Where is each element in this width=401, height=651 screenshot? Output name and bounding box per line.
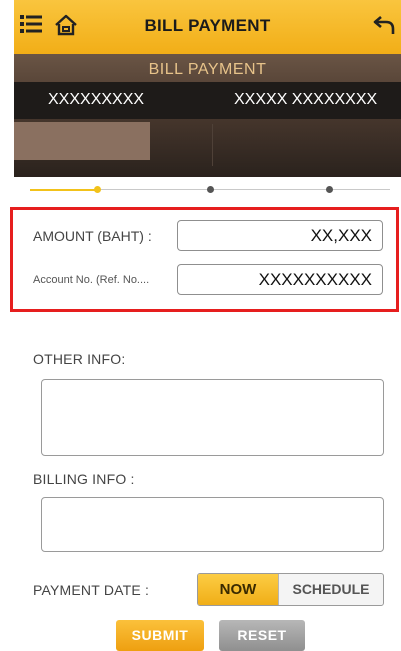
back-icon[interactable] [372, 13, 396, 37]
payment-date-label: PAYMENT DATE : [33, 582, 150, 598]
amount-input[interactable]: XX,XXX [177, 220, 383, 251]
page-title: BILL PAYMENT [144, 16, 271, 35]
step-2-dot [207, 186, 214, 193]
reset-button[interactable]: RESET [219, 620, 305, 651]
payment-now-option[interactable]: NOW [198, 574, 278, 605]
billing-info-textarea[interactable] [41, 497, 384, 552]
banner-title: BILL PAYMENT [148, 61, 267, 78]
billing-info-label: BILLING INFO : [33, 471, 135, 487]
payment-date-toggle: NOW SCHEDULE [197, 573, 384, 606]
banner-divider [212, 124, 213, 166]
stepper-track [96, 189, 390, 190]
account-number-label: Account No. (Ref. No.... [33, 274, 150, 286]
banner-account-number: XXXXX XXXXXXXX [234, 91, 378, 108]
amount-label: AMOUNT (BAHT) : [33, 228, 152, 244]
step-3-dot [326, 186, 333, 193]
other-info-label: OTHER INFO: [33, 351, 126, 367]
account-number-input[interactable]: XXXXXXXXXX [177, 264, 383, 295]
banner-card-image [14, 122, 150, 160]
step-1-dot [94, 186, 101, 193]
submit-button[interactable]: SUBMIT [116, 620, 204, 651]
stepper-track-active [30, 189, 96, 191]
app-header: BILL PAYMENT [14, 0, 401, 54]
progress-stepper [30, 184, 390, 196]
banner-account-name: XXXXXXXXX [48, 91, 145, 108]
payment-schedule-option[interactable]: SCHEDULE [278, 574, 383, 605]
other-info-textarea[interactable] [41, 379, 384, 456]
